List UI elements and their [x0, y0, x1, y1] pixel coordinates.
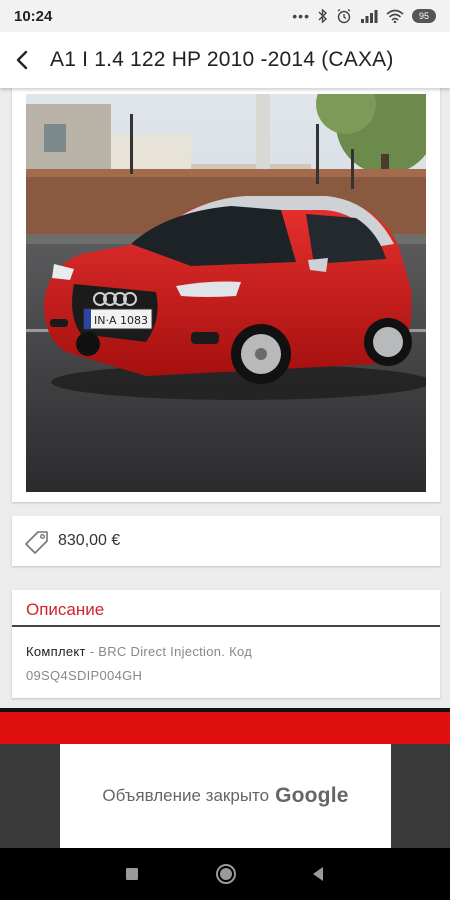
- svg-text:IN·A 1083: IN·A 1083: [94, 314, 148, 327]
- ad-closed-text: Объявление закрыто: [102, 786, 270, 805]
- price-tag-icon: [25, 531, 48, 554]
- ad-red-strip: [0, 708, 450, 744]
- signal-icon: [361, 10, 378, 23]
- car-photo[interactable]: IN·A 1083: [26, 94, 426, 492]
- notification-dots: •••: [292, 8, 310, 24]
- listing-content[interactable]: IN·A 1083 830,00 € Описание Комплект - B…: [0, 88, 450, 708]
- back-triangle-icon[interactable]: [306, 862, 330, 886]
- description-key: Комплект: [26, 644, 86, 659]
- system-nav-bar: [0, 848, 450, 900]
- battery-icon: 95: [412, 9, 436, 23]
- page-title: A1 I 1.4 122 HP 2010 -2014 (CAXA): [50, 48, 394, 71]
- wifi-icon: [386, 9, 404, 23]
- bluetooth-icon: [318, 8, 328, 24]
- ad-banner: Объявление закрыто Google: [0, 708, 450, 848]
- google-logo-text: Google: [275, 784, 349, 807]
- back-arrow-icon[interactable]: [6, 42, 42, 78]
- status-bar: 10:24 ••• 95: [0, 0, 450, 32]
- app-bar: A1 I 1.4 122 HP 2010 -2014 (CAXA): [0, 32, 450, 88]
- status-time: 10:24: [14, 8, 53, 25]
- description-card: Описание Комплект - BRC Direct Injection…: [12, 590, 440, 698]
- description-text: Комплект - BRC Direct Injection. Код 09S…: [26, 640, 326, 688]
- home-icon[interactable]: [214, 862, 238, 886]
- price-value: 830,00 €: [58, 532, 121, 549]
- photo-card: IN·A 1083: [12, 88, 440, 502]
- description-heading: Описание: [26, 600, 105, 619]
- description-divider: [12, 625, 440, 627]
- status-icons: ••• 95: [292, 7, 436, 25]
- ad-closed-box[interactable]: Объявление закрыто Google: [60, 744, 391, 848]
- recent-apps-icon[interactable]: [120, 862, 144, 886]
- price-card: 830,00 €: [12, 516, 440, 566]
- alarm-icon: [337, 8, 351, 24]
